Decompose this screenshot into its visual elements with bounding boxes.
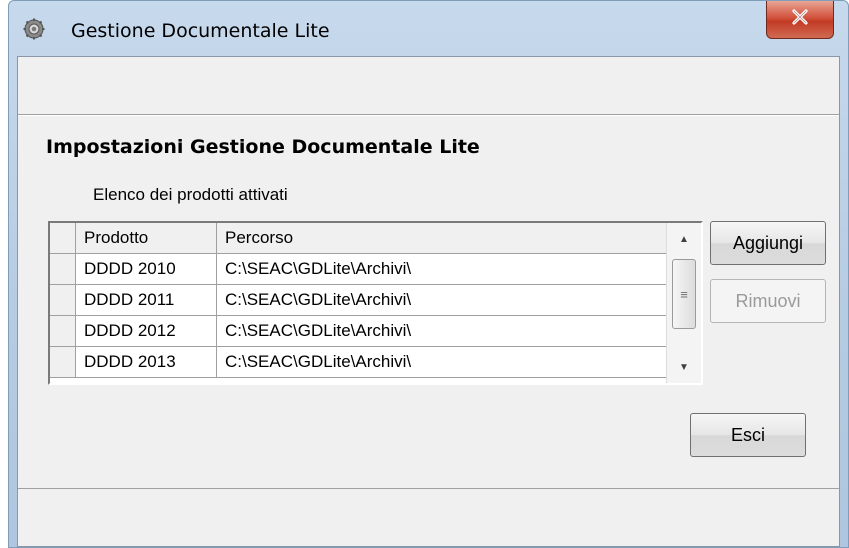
exit-button[interactable]: Esci [690,413,806,457]
exit-button-label: Esci [730,424,765,445]
table-row[interactable]: DDDD 2013 C:\SEAC\GDLite\Archivi\ [50,347,667,378]
row-indicator-header [50,223,76,254]
add-button-label: Aggiungi [732,232,804,253]
cell-percorso[interactable]: C:\SEAC\GDLite\Archivi\ [217,285,667,316]
top-panel [18,57,839,115]
cell-prodotto[interactable]: DDDD 2010 [76,254,217,285]
close-icon [790,9,810,30]
row-indicator[interactable] [50,254,76,285]
cell-prodotto[interactable]: DDDD 2012 [76,316,217,347]
grid-header-row: Prodotto Percorso [50,223,667,254]
products-grid[interactable]: Prodotto Percorso DDDD 2010 C:\SEAC\GDLi… [48,221,703,385]
section-title: Impostazioni Gestione Documentale Lite [46,136,480,158]
vertical-scrollbar[interactable]: ▲ ≡ ▼ [666,223,701,383]
title-bar[interactable]: Gestione Documentale Lite [9,1,848,56]
gear-icon [23,18,45,40]
remove-button-label: Rimuovi [735,290,801,311]
cell-percorso[interactable]: C:\SEAC\GDLite\Archivi\ [217,316,667,347]
window-client-area: Impostazioni Gestione Documentale Lite E… [17,56,840,547]
row-indicator[interactable] [50,347,76,378]
remove-button[interactable]: Rimuovi [710,279,826,323]
column-header-prodotto[interactable]: Prodotto [76,223,217,254]
scroll-up-arrow-icon[interactable]: ▲ [667,225,701,253]
cell-prodotto[interactable]: DDDD 2013 [76,347,217,378]
scroll-down-arrow-icon[interactable]: ▼ [667,353,701,381]
scrollbar-thumb[interactable]: ≡ [672,259,696,329]
app-window: Gestione Documentale Lite Impostazioni G… [8,0,849,548]
cell-prodotto[interactable]: DDDD 2011 [76,285,217,316]
column-header-percorso[interactable]: Percorso [217,223,667,254]
close-button[interactable] [766,1,834,39]
cell-percorso[interactable]: C:\SEAC\GDLite\Archivi\ [217,254,667,285]
window-title: Gestione Documentale Lite [71,20,330,42]
products-list-label: Elenco dei prodotti attivati [93,185,288,204]
table-row[interactable]: DDDD 2011 C:\SEAC\GDLite\Archivi\ [50,285,667,316]
row-indicator[interactable] [50,285,76,316]
add-button[interactable]: Aggiungi [710,221,826,265]
table-row[interactable]: DDDD 2012 C:\SEAC\GDLite\Archivi\ [50,316,667,347]
row-indicator[interactable] [50,316,76,347]
status-panel [18,488,839,546]
cell-percorso[interactable]: C:\SEAC\GDLite\Archivi\ [217,347,667,378]
table-row[interactable]: DDDD 2010 C:\SEAC\GDLite\Archivi\ [50,254,667,285]
